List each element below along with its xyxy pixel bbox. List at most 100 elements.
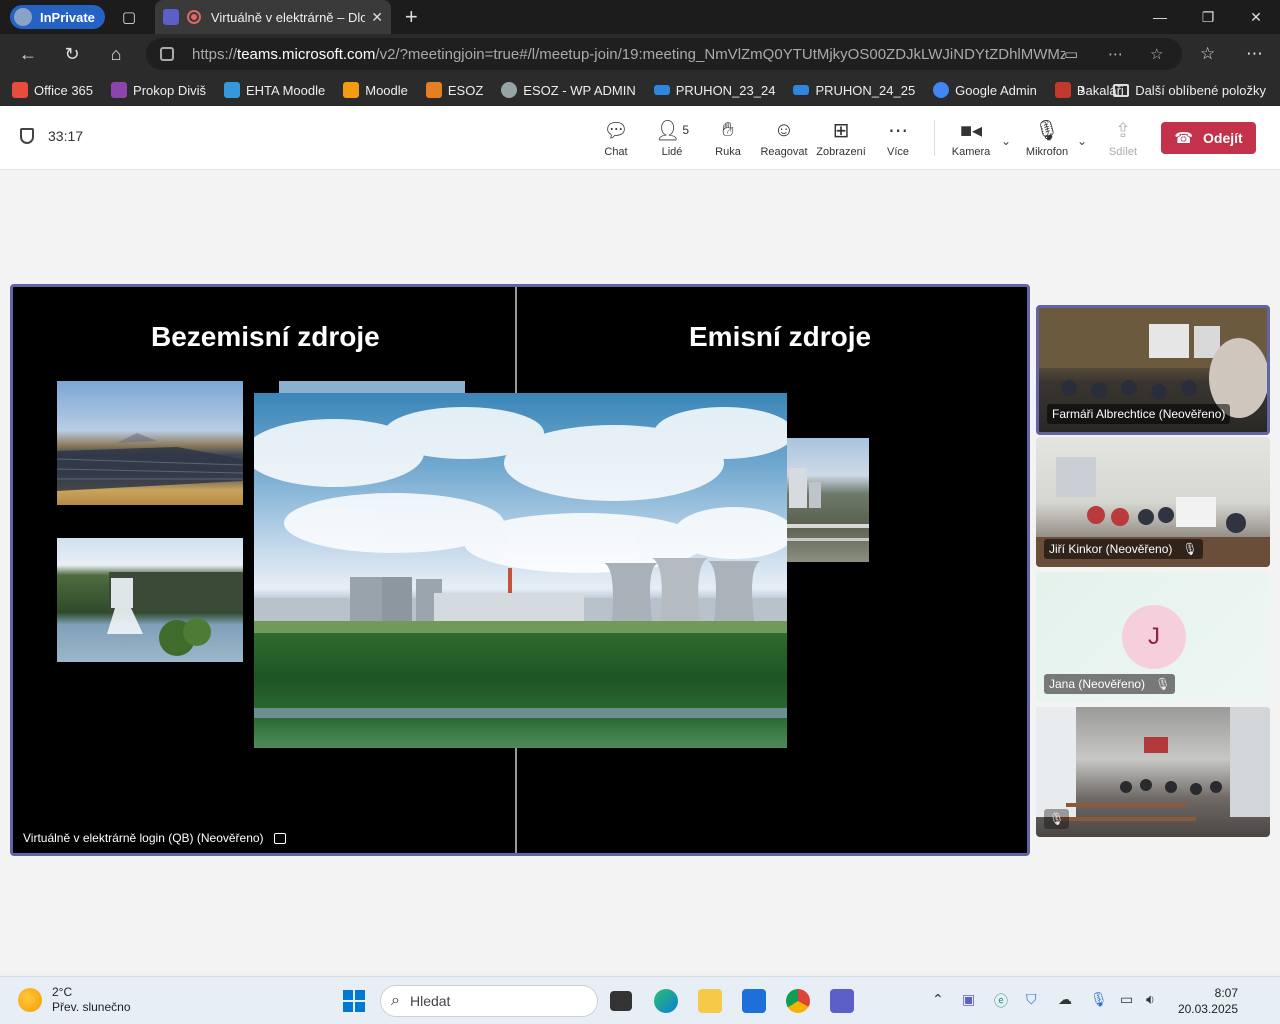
favorite-google-admin[interactable]: Google Admin <box>933 82 1037 98</box>
dam-svg <box>107 572 243 656</box>
favorite-ehta-moodle[interactable]: EHTA Moodle <box>224 82 325 98</box>
shared-screen[interactable]: Bezemisní zdroje Emisní zdroje Virtuálně… <box>10 284 1030 856</box>
weather-desc: Přev. slunečno <box>52 1000 131 1014</box>
solar-panels-svg <box>57 433 243 491</box>
people-button[interactable]: 👤︎ 5 Lidé <box>644 118 700 159</box>
mic-options-chevron-icon[interactable]: ⌄ <box>1077 134 1087 148</box>
camera-button[interactable]: ■◂ Kamera <box>943 118 999 159</box>
maximize-button[interactable]: ❐ <box>1184 0 1232 34</box>
react-button[interactable]: ☺ Reagovat <box>756 118 812 159</box>
mic-off-icon: 🎙︎ <box>1182 542 1198 556</box>
leave-button[interactable]: ☎ Odejít <box>1161 122 1256 154</box>
participant-tile-1[interactable]: Farmáři Albrechtice (Neověřeno) <box>1036 305 1270 435</box>
close-window-button[interactable]: ✕ <box>1232 0 1280 34</box>
security-tray-icon[interactable]: ⛉ <box>1026 991 1037 1008</box>
edu-tray-icon[interactable]: ⓔ <box>994 991 1008 1011</box>
address-toolbar: ← ↻ ⌂ https://teams.microsoft.com/v2/?me… <box>0 34 1280 74</box>
hand-icon: ✋︎ <box>722 118 734 141</box>
search-placeholder: Hledat <box>409 993 451 1009</box>
favorites-icon[interactable]: ☆ <box>1200 34 1215 74</box>
participant-tile-3[interactable]: J Jana (Neověřeno) 🎙︎ <box>1036 572 1270 702</box>
favorite-pruhon-2324[interactable]: PRUHON_23_24 <box>653 83 775 98</box>
participant-tile-4[interactable]: 🎙︎ <box>1036 707 1270 837</box>
share-button[interactable]: ⇪ Sdílet <box>1095 118 1151 159</box>
slide-heading-right: Emisní zdroje <box>689 321 872 352</box>
chat-button[interactable]: 💬︎ Chat <box>588 118 644 159</box>
tab-actions-icon[interactable]: ▢ <box>113 3 145 31</box>
inprivate-badge[interactable]: InPrivate <box>10 5 105 29</box>
new-tab-button[interactable]: + <box>405 4 418 30</box>
windows-taskbar: 2°C Přev. slunečno ⌕ Hledat ⌃ ▣ ⓔ ⛉ ☁ 🎙︎ … <box>0 976 1280 1024</box>
phone-hangup-icon: ☎ <box>1174 130 1193 147</box>
taskbar-search[interactable]: ⌕ Hledat <box>380 985 598 1017</box>
chrome-icon[interactable] <box>786 989 810 1013</box>
store-icon[interactable] <box>742 989 766 1013</box>
home-button[interactable]: ⌂ <box>94 44 138 65</box>
teams-tray-icon[interactable]: ▣ <box>962 991 975 1008</box>
mic-button[interactable]: 🎙︎ Mikrofon <box>1019 118 1075 159</box>
favorite-star-icon[interactable]: ☆ <box>1150 45 1163 63</box>
back-button[interactable]: ← <box>6 44 50 65</box>
raise-hand-button[interactable]: ✋︎ Ruka <box>700 118 756 159</box>
slide-heading-left: Bezemisní zdroje <box>151 321 380 352</box>
favorites-bar: Office 365 Prokop Diviš EHTA Moodle Mood… <box>0 74 1280 106</box>
esoz-icon <box>425 82 442 98</box>
mic-off-icon: 🎙︎ <box>1049 812 1065 826</box>
favorite-esoz-wp[interactable]: ESOZ - WP ADMIN <box>501 82 636 98</box>
url-prefix: https:// <box>192 45 238 63</box>
chevron-up-icon[interactable]: ⌃ <box>932 991 944 1008</box>
taskbar-clock[interactable]: 8:07 20.03.2025 <box>1178 985 1238 1017</box>
shield-icon <box>20 128 34 144</box>
onedrive-tray-icon[interactable]: ☁ <box>1058 991 1072 1008</box>
teams-taskbar-icon[interactable] <box>830 989 854 1013</box>
network-icon[interactable]: ▭ <box>1120 991 1133 1008</box>
weather-widget[interactable]: 2°C Přev. slunečno <box>18 985 131 1015</box>
wordpress-icon <box>501 82 518 98</box>
edge-icon[interactable] <box>654 989 678 1013</box>
refresh-button[interactable]: ↻ <box>50 44 94 65</box>
chat-icon: 💬︎ <box>603 119 629 142</box>
chevron-right-icon[interactable]: › <box>1080 81 1085 99</box>
share-icon: ⇪ <box>1114 119 1132 142</box>
mic-muted-icon: 🎙︎ <box>1034 119 1060 142</box>
more-page-icon[interactable]: ⋯ <box>1108 45 1123 63</box>
onedrive-icon <box>653 85 670 95</box>
participant-tile-2[interactable]: Jiří Kinkor (Neověřeno) 🎙︎ <box>1036 437 1270 567</box>
favorite-esoz[interactable]: ESOZ <box>425 82 483 98</box>
recording-icon <box>186 10 201 24</box>
camera-options-chevron-icon[interactable]: ⌄ <box>1001 134 1011 148</box>
teams-icon <box>162 9 179 25</box>
other-favorites[interactable]: Další oblíbené položky <box>1135 83 1266 98</box>
favorite-office365[interactable]: Office 365 <box>12 82 93 98</box>
office-icon <box>12 82 28 98</box>
inprivate-label: InPrivate <box>40 9 95 25</box>
people-icon: 👤︎ 5 <box>654 119 690 142</box>
toolbar-separator <box>934 120 935 156</box>
favorite-pruhon-2425[interactable]: PRUHON_24_25 <box>793 83 915 98</box>
favorite-moodle[interactable]: Moodle <box>343 82 408 98</box>
address-bar[interactable]: https://teams.microsoft.com/v2/?meetingj… <box>146 38 1182 70</box>
mic-tray-icon[interactable]: 🎙︎ <box>1090 991 1108 1008</box>
folder-icon <box>1113 83 1130 97</box>
grid-icon: ⊞ <box>832 119 850 142</box>
volume-icon[interactable]: 🔉︎ <box>1146 991 1155 1008</box>
moodle-icon <box>343 82 360 98</box>
view-button[interactable]: ⊞ Zobrazení <box>813 118 869 159</box>
file-explorer-icon[interactable] <box>698 989 722 1013</box>
url-path: /v2/?meetingjoin=true#/l/meetup-join/19:… <box>375 45 1066 63</box>
meeting-timer: 33:17 <box>20 128 83 144</box>
media-icon[interactable]: ▭ <box>1064 45 1078 63</box>
smiley-icon: ☺ <box>773 118 795 141</box>
favorite-prokop[interactable]: Prokop Diviš <box>111 82 206 98</box>
nuclear-plant-image <box>254 393 787 748</box>
minimize-button[interactable]: — <box>1136 0 1184 34</box>
avatar: J <box>1122 605 1186 669</box>
windows-start-icon[interactable] <box>343 990 365 1012</box>
close-tab-icon[interactable]: ✕ <box>371 9 383 26</box>
settings-menu-icon[interactable]: ⋯ <box>1246 34 1263 74</box>
lock-icon[interactable] <box>160 47 174 61</box>
browser-tab-active[interactable]: Virtuálně v elektrárně – Dlouh ✕ <box>154 0 391 34</box>
more-button[interactable]: ⋯ Více <box>870 118 926 159</box>
task-view-icon[interactable] <box>610 991 632 1011</box>
mic-off-icon: 🎙︎ <box>1155 677 1171 691</box>
